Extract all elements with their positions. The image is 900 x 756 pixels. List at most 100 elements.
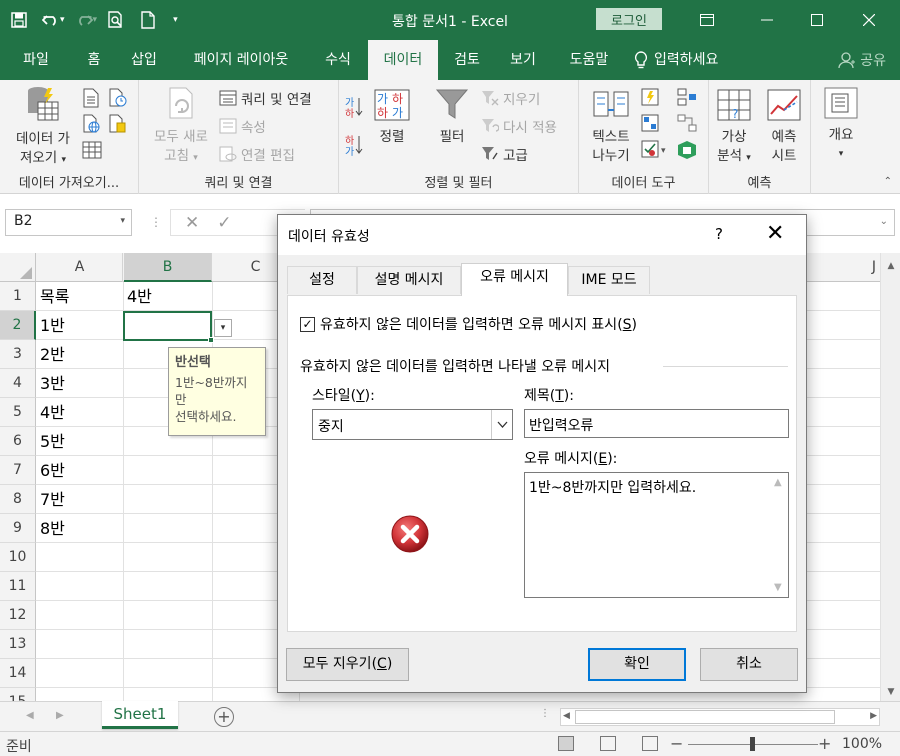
ok-button[interactable]: 확인 bbox=[588, 648, 686, 681]
row-header[interactable]: 6 bbox=[0, 427, 36, 456]
row-header[interactable]: 2 bbox=[0, 311, 36, 340]
clear-filter-button[interactable]: 지우기 bbox=[481, 88, 540, 108]
formula-bar-grip-icon[interactable]: ⋮ bbox=[150, 215, 162, 229]
tab-error-alert[interactable]: 오류 메시지 bbox=[461, 263, 568, 296]
tab-input-message[interactable]: 설명 메시지 bbox=[357, 266, 461, 294]
column-header-b[interactable]: B bbox=[124, 253, 212, 282]
advanced-filter-button[interactable]: 고급 bbox=[481, 144, 528, 164]
cell-a1[interactable]: 목록 bbox=[37, 282, 69, 311]
close-window-icon[interactable] bbox=[846, 0, 892, 40]
cell-a4[interactable]: 3반 bbox=[37, 369, 65, 398]
from-table-icon[interactable] bbox=[82, 140, 102, 160]
row-header[interactable]: 5 bbox=[0, 398, 36, 427]
cell-a5[interactable]: 4반 bbox=[37, 398, 65, 427]
confirm-entry-icon[interactable]: ✓ bbox=[217, 213, 231, 233]
horizontal-scrollbar[interactable]: ◀ ▶ bbox=[560, 708, 880, 726]
tab-ime-mode[interactable]: IME 모드 bbox=[568, 266, 650, 294]
from-text-icon[interactable] bbox=[82, 88, 100, 108]
consolidate-icon[interactable] bbox=[677, 88, 697, 106]
row-header[interactable]: 8 bbox=[0, 485, 36, 514]
expand-formula-bar-icon[interactable]: ⌄ bbox=[880, 216, 888, 227]
row-header[interactable]: 1 bbox=[0, 282, 36, 311]
get-data-button[interactable]: 데이터 가 져오기 ▾ bbox=[6, 86, 80, 170]
zoom-slider-thumb[interactable] bbox=[750, 737, 755, 751]
reapply-button[interactable]: 다시 적용 bbox=[481, 116, 557, 136]
normal-view-icon[interactable] bbox=[558, 736, 574, 751]
clear-all-button[interactable]: 모두 지우기(C) bbox=[286, 648, 409, 681]
show-error-checkbox-row[interactable]: ✓ 유효하지 않은 데이터를 입력하면 오류 메시지 표시(S) bbox=[300, 314, 637, 334]
tab-formulas[interactable]: 수식 bbox=[314, 40, 362, 80]
tab-settings[interactable]: 설정 bbox=[287, 266, 357, 294]
row-header[interactable]: 12 bbox=[0, 601, 36, 630]
row-header[interactable]: 4 bbox=[0, 369, 36, 398]
recent-sources-icon[interactable] bbox=[108, 88, 128, 108]
select-all-button[interactable] bbox=[0, 253, 36, 282]
add-sheet-icon[interactable]: + bbox=[214, 707, 234, 727]
scroll-right-icon[interactable]: ▶ bbox=[870, 711, 877, 721]
outline-button[interactable]: 개요 ▾ bbox=[819, 86, 863, 164]
cell-b1[interactable]: 4반 bbox=[124, 282, 152, 311]
tab-review[interactable]: 검토 bbox=[446, 40, 488, 80]
row-header[interactable]: 13 bbox=[0, 630, 36, 659]
textarea-scrollbar[interactable]: ▲ ▼ bbox=[770, 473, 788, 597]
scroll-up-icon[interactable]: ▲ bbox=[881, 261, 900, 271]
previous-sheet-icon[interactable]: ◀ bbox=[26, 710, 34, 721]
horizontal-scroll-thumb[interactable] bbox=[575, 710, 835, 724]
minimize-icon[interactable] bbox=[744, 0, 790, 40]
sort-button[interactable]: 가하하가 정렬 bbox=[371, 88, 413, 147]
cell-a7[interactable]: 6반 bbox=[37, 456, 65, 485]
row-header[interactable]: 10 bbox=[0, 543, 36, 572]
validation-dropdown-button[interactable]: ▾ bbox=[214, 319, 232, 337]
relationships-icon[interactable] bbox=[677, 114, 697, 132]
close-icon[interactable]: ✕ bbox=[766, 221, 784, 246]
sort-descending-icon[interactable]: 하가 bbox=[345, 134, 363, 156]
row-header[interactable]: 3 bbox=[0, 340, 36, 369]
title-input[interactable]: 반입력오류 bbox=[524, 409, 789, 438]
cell-a2[interactable]: 1반 bbox=[37, 311, 65, 340]
save-icon[interactable] bbox=[6, 7, 32, 33]
chevron-down-icon[interactable]: ▾ bbox=[120, 216, 125, 226]
active-cell-b2[interactable] bbox=[123, 311, 214, 343]
properties-button[interactable]: 속성 bbox=[219, 116, 266, 136]
row-header[interactable]: 14 bbox=[0, 659, 36, 688]
cell-a8[interactable]: 7반 bbox=[37, 485, 65, 514]
collapse-ribbon-icon[interactable]: ⌃ bbox=[884, 176, 892, 187]
existing-connections-icon[interactable] bbox=[108, 114, 128, 134]
tab-page-layout[interactable]: 페이지 레이아웃 bbox=[180, 40, 302, 80]
chevron-down-icon[interactable] bbox=[491, 410, 512, 439]
page-break-view-icon[interactable] bbox=[642, 736, 658, 751]
error-message-textarea[interactable]: 1반~8반까지만 입력하세요. ▲ ▼ bbox=[524, 472, 789, 598]
data-model-icon[interactable] bbox=[677, 140, 697, 160]
style-select[interactable]: 중지 bbox=[312, 409, 513, 440]
scroll-down-icon[interactable]: ▼ bbox=[774, 582, 782, 593]
next-sheet-icon[interactable]: ▶ bbox=[56, 710, 64, 721]
ribbon-display-options-icon[interactable] bbox=[684, 0, 730, 40]
name-box[interactable]: B2 ▾ bbox=[5, 209, 132, 236]
filter-button[interactable]: 필터 bbox=[429, 88, 475, 147]
edit-links-button[interactable]: 연결 편집 bbox=[219, 144, 295, 164]
tell-me-box[interactable]: 입력하세요 bbox=[634, 40, 744, 80]
fill-handle[interactable] bbox=[208, 337, 214, 343]
tab-view[interactable]: 보기 bbox=[502, 40, 544, 80]
cancel-entry-icon[interactable]: ✕ bbox=[185, 213, 199, 233]
sort-ascending-icon[interactable]: 가하 bbox=[345, 96, 363, 118]
flash-fill-icon[interactable] bbox=[641, 88, 659, 106]
tab-insert[interactable]: 삽입 bbox=[122, 40, 166, 80]
undo-dropdown-icon[interactable]: ▾ bbox=[60, 15, 65, 25]
scroll-down-icon[interactable]: ▼ bbox=[881, 687, 900, 697]
scroll-up-icon[interactable]: ▲ bbox=[774, 477, 782, 488]
scroll-left-icon[interactable]: ◀ bbox=[563, 711, 570, 721]
column-header-j[interactable]: J bbox=[808, 253, 880, 282]
row-header[interactable]: 11 bbox=[0, 572, 36, 601]
cell-a3[interactable]: 2반 bbox=[37, 340, 65, 369]
queries-connections-button[interactable]: 쿼리 및 연결 bbox=[219, 88, 312, 108]
print-preview-icon[interactable] bbox=[103, 7, 129, 33]
vertical-scrollbar[interactable]: ▲ ▼ bbox=[880, 253, 900, 701]
zoom-level[interactable]: 100% bbox=[842, 736, 882, 752]
cell-a9[interactable]: 8반 bbox=[37, 514, 65, 543]
tab-data[interactable]: 데이터 bbox=[368, 40, 438, 80]
from-web-icon[interactable] bbox=[82, 114, 102, 134]
sheet-tab-sheet1[interactable]: Sheet1 bbox=[102, 701, 178, 729]
cancel-button[interactable]: 취소 bbox=[700, 648, 798, 681]
new-document-icon[interactable] bbox=[135, 7, 161, 33]
